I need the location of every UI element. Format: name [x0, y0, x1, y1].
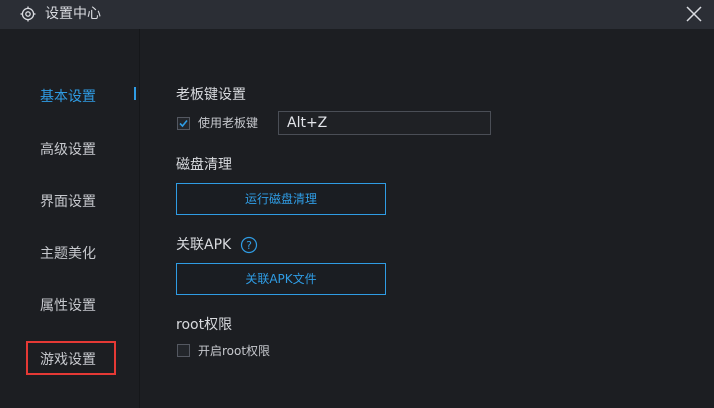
boss-key-checkbox-label: 使用老板键	[198, 116, 259, 130]
sidebar-divider	[139, 29, 140, 408]
active-tab-indicator	[134, 87, 136, 100]
sidebar-item-interface-settings[interactable]: 界面设置	[40, 193, 96, 211]
window-title: 设置中心	[45, 6, 101, 22]
gear-icon	[20, 6, 36, 22]
root-section-title: root权限	[176, 317, 233, 333]
run-disk-cleanup-button[interactable]: 运行磁盘清理	[176, 183, 386, 215]
sidebar-item-basic-settings[interactable]: 基本设置	[40, 88, 96, 106]
associate-apk-file-button[interactable]: 关联APK文件	[176, 263, 386, 295]
check-icon	[179, 119, 188, 128]
sidebar-item-theme[interactable]: 主题美化	[40, 245, 96, 263]
associate-apk-section-title: 关联APK	[176, 237, 232, 253]
boss-key-hotkey-input[interactable]: Alt+Z	[278, 111, 491, 135]
help-icon[interactable]: ?	[240, 236, 258, 254]
highlight-box	[26, 341, 116, 375]
title-bar: 设置中心	[0, 0, 714, 29]
boss-key-section-title: 老板键设置	[176, 87, 246, 103]
sidebar-item-advanced-settings[interactable]: 高级设置	[40, 141, 96, 159]
root-permission-checkbox-label: 开启root权限	[198, 344, 271, 358]
boss-key-checkbox[interactable]	[177, 117, 190, 130]
settings-window: 设置中心 基本设置 高级设置 界面设置 主题美化 属性设置 游戏设置 老板键设置…	[0, 0, 714, 408]
disk-cleanup-section-title: 磁盘清理	[176, 157, 232, 173]
close-button[interactable]	[682, 2, 706, 26]
close-icon	[686, 6, 702, 22]
sidebar-item-property-settings[interactable]: 属性设置	[40, 297, 96, 315]
root-permission-checkbox[interactable]	[177, 344, 190, 357]
help-glyph: ?	[246, 239, 252, 252]
